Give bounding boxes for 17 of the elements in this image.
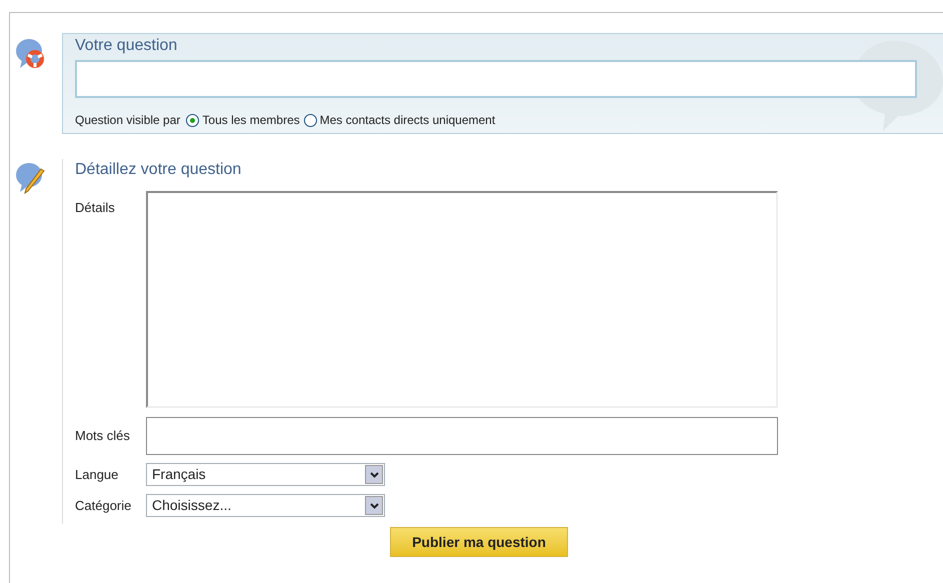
chevron-down-icon (370, 502, 378, 508)
keywords-input[interactable] (146, 417, 778, 455)
radio-option[interactable]: Tous les membres (186, 111, 300, 129)
details-textarea[interactable] (146, 191, 778, 408)
section-title: Votre question (75, 36, 178, 56)
chevron-down-icon (370, 472, 378, 478)
radio-option[interactable]: Mes contacts directs uniquement (304, 111, 496, 129)
field-label: Catégorie (75, 496, 132, 515)
field-label: Langue (75, 466, 120, 484)
publish-button[interactable]: Publier ma question (390, 527, 568, 557)
question-input[interactable] (75, 60, 917, 98)
field-label: Mots clés (75, 427, 131, 446)
visibility-label: Question visible par (75, 112, 180, 129)
section-title: Détaillez votre question (75, 160, 242, 180)
field-label: Détails (75, 199, 116, 217)
dropdown[interactable]: Choisissez... (146, 494, 385, 517)
dropdown[interactable]: Français (146, 463, 385, 486)
